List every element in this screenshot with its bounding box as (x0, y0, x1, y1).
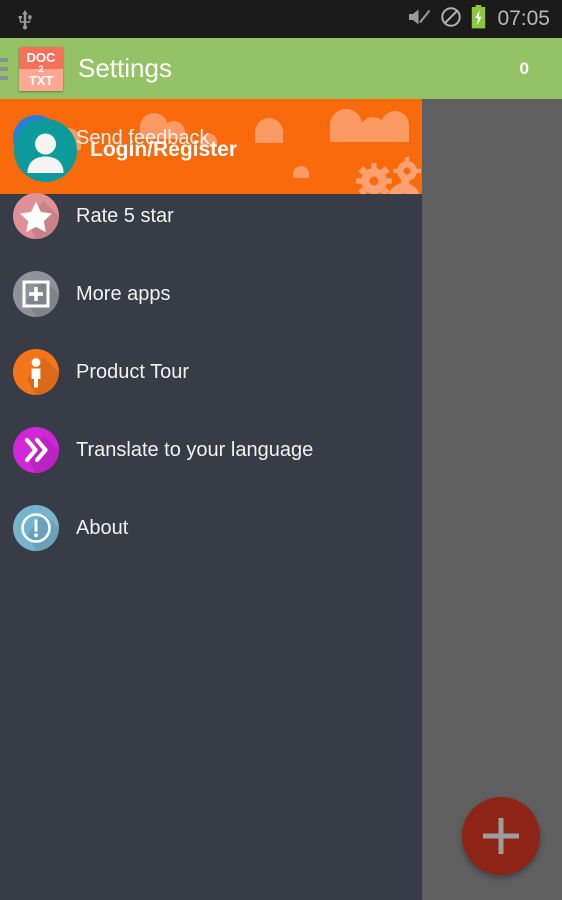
info-exclamation-icon (13, 505, 59, 551)
hamburger-line (0, 75, 8, 80)
android-screen: 07:05 DOC 2 TXT Settings 0 Login/Registe… (0, 0, 562, 900)
user-avatar-icon[interactable] (14, 119, 77, 182)
action-bar: DOC 2 TXT Settings 0 (0, 38, 562, 99)
app-icon-label-doc: DOC (26, 49, 56, 65)
status-icons-group: 07:05 (407, 4, 550, 34)
doc2txt-app-icon[interactable]: DOC 2 TXT (19, 46, 63, 91)
double-chevron-right-icon (13, 427, 59, 473)
drawer-item-product-tour[interactable]: Product Tour (0, 333, 422, 411)
star-icon (13, 193, 59, 239)
hamburger-menu-icon[interactable] (0, 57, 14, 80)
content-scrim[interactable] (422, 99, 562, 900)
page-title: Settings (78, 53, 172, 83)
drawer-item-translate-to-your-language[interactable]: Translate to your language (0, 411, 422, 489)
volume-muted-icon (407, 6, 431, 33)
drawer-item-label: About (76, 516, 129, 539)
star-icon (13, 193, 59, 239)
add-fab-button[interactable] (462, 797, 540, 875)
drawer-item-label: Translate to your language (76, 438, 314, 461)
status-bar: 07:05 (0, 0, 562, 38)
person-standing-icon (13, 349, 59, 395)
hamburger-line (0, 66, 8, 71)
drawer-item-label: Rate 5 star (76, 204, 174, 227)
info-exclamation-icon (13, 505, 59, 551)
add-box-icon (13, 271, 59, 317)
battery-charging-icon (471, 4, 486, 34)
drawer-item-about[interactable]: About (0, 489, 422, 567)
selection-count-badge[interactable]: 0 (520, 59, 529, 79)
login-register-label[interactable]: Login/Register (90, 138, 237, 162)
add-box-icon (13, 271, 59, 317)
double-chevron-right-icon (13, 427, 59, 473)
app-icon-label-txt: TXT (28, 72, 54, 88)
drawer-item-rate-5-star[interactable]: Rate 5 star (0, 177, 422, 255)
do-not-disturb-icon (440, 6, 462, 33)
person-standing-icon (13, 349, 59, 395)
usb-icon (16, 8, 34, 30)
drawer-item-more-apps[interactable]: More apps (0, 255, 422, 333)
drawer-item-label: More apps (76, 282, 171, 305)
plus-icon (483, 818, 519, 854)
hamburger-line (0, 57, 8, 62)
drawer-item-label: Product Tour (76, 360, 190, 383)
status-clock: 07:05 (497, 7, 550, 30)
